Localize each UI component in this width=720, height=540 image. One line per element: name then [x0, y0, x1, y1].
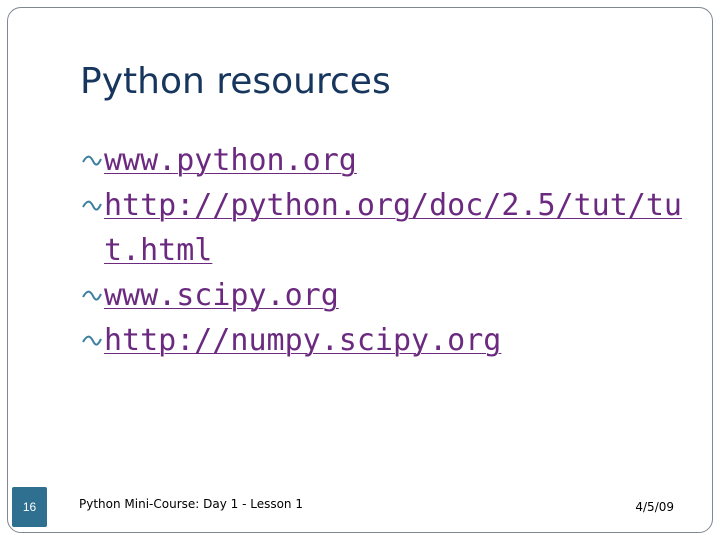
bullet-item: www.scipy.org — [82, 273, 682, 318]
resource-link[interactable]: http://python.org/doc/2.5/tut/tut.html — [104, 188, 682, 268]
bullet-item: www.python.org — [82, 138, 682, 183]
slide-number-badge: 16 — [12, 487, 47, 527]
bullet-item: http://python.org/doc/2.5/tut/tut.html — [82, 183, 682, 273]
bullet-wave-icon — [82, 155, 102, 166]
resource-link[interactable]: www.python.org — [104, 143, 357, 178]
bullet-wave-icon — [82, 335, 102, 346]
footer-date: 4/5/09 — [635, 500, 674, 514]
bullet-list: www.python.org http://python.org/doc/2.5… — [82, 138, 682, 363]
bullet-item: http://numpy.scipy.org — [82, 318, 682, 363]
bullet-wave-icon — [82, 290, 102, 301]
resource-link[interactable]: http://numpy.scipy.org — [104, 323, 501, 358]
slide-number: 16 — [22, 500, 37, 514]
slide-title: Python resources — [80, 61, 391, 102]
footer-text: Python Mini-Course: Day 1 - Lesson 1 — [79, 497, 303, 511]
bullet-wave-icon — [82, 200, 102, 211]
resource-link[interactable]: www.scipy.org — [104, 278, 339, 313]
